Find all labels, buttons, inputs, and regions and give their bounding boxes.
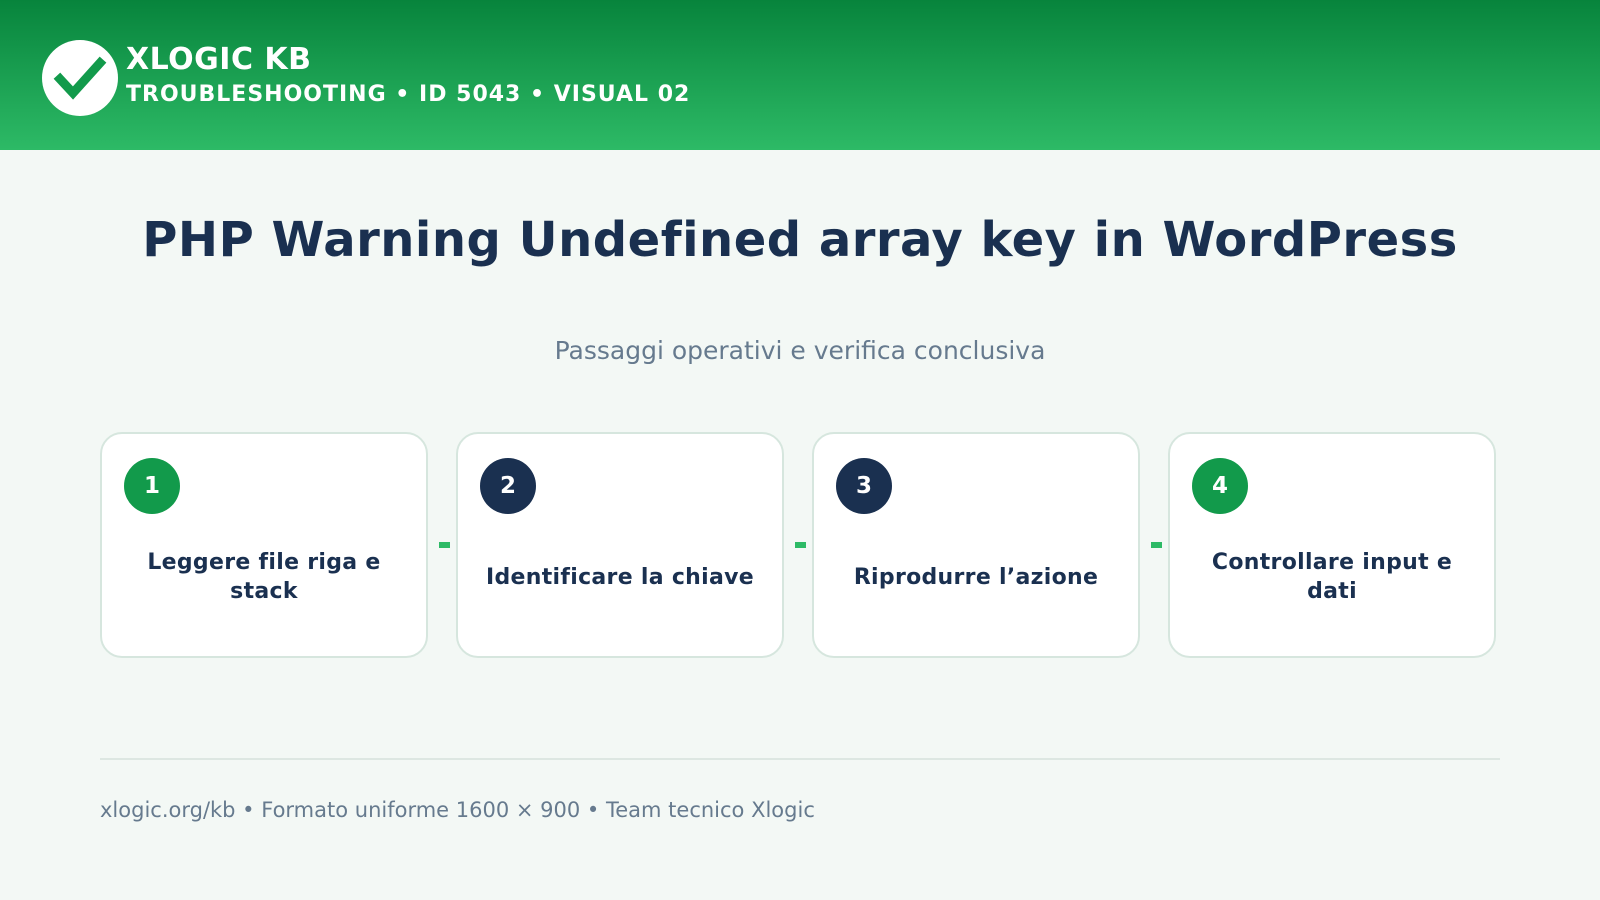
step-label: Identificare la chiave [485,564,754,590]
checkmark-icon [53,56,107,100]
step-label: Leggere file riga e stack [147,550,381,604]
step-label: Controllare input e dati [1211,550,1453,604]
step-connector [795,542,806,548]
brand-subtitle: TROUBLESHOOTING • ID 5043 • VISUAL 02 [126,82,691,107]
logo [42,40,118,116]
step-card-4: 4 Controllare input e dati [1168,432,1496,658]
brand-title: XLOGIC KB [126,42,312,77]
step-connector [1151,542,1162,548]
header-banner: XLOGIC KB TROUBLESHOOTING • ID 5043 • VI… [0,0,1600,150]
page-subtitle: Passaggi operativi e verifica conclusiva [554,336,1046,365]
step-card-1: 1 Leggere file riga e stack [100,432,428,658]
page-title: PHP Warning Undefined array key in WordP… [142,212,1458,268]
footer-divider [100,758,1500,760]
step-card-2: 2 Identificare la chiave [456,432,784,658]
step-label: Riprodurre l’azione [853,564,1099,590]
step-connector [439,542,450,548]
footer-text: xlogic.org/kb • Formato uniforme 1600 × … [100,798,815,822]
step-card-3: 3 Riprodurre l’azione [812,432,1140,658]
